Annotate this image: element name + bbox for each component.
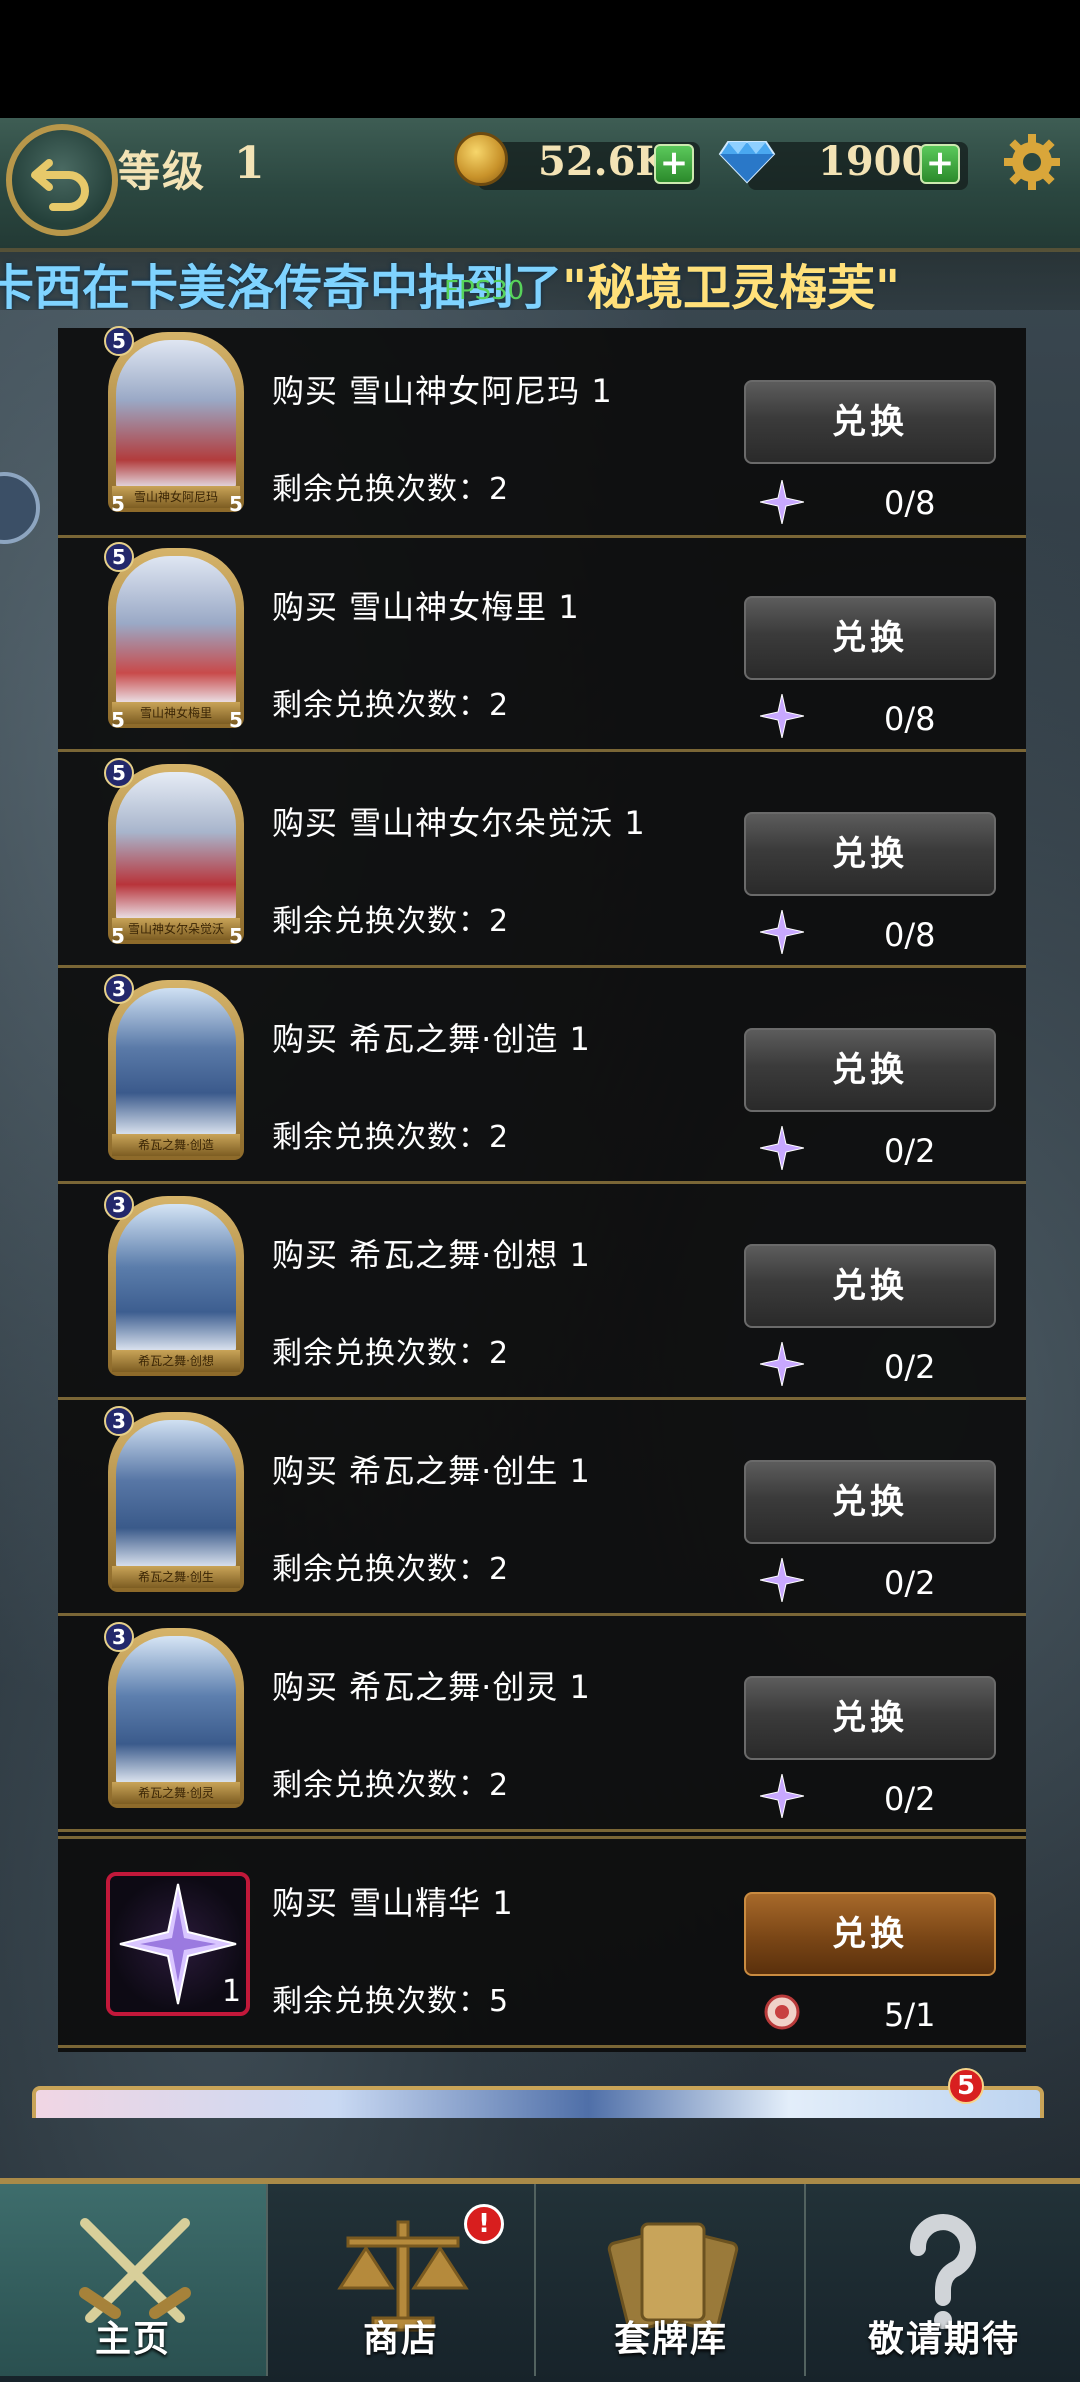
card-portrait: 3 希瓦之舞·创想 (98, 1190, 258, 1390)
card-portrait: 5 雪山神女阿尼玛 5 5 (98, 326, 258, 526)
remaining-count: 剩余兑换次数：2 (272, 904, 510, 939)
item-title: 购买 雪山神女尔朵觉沃 1 (272, 804, 646, 842)
cost-progress: 0/8 (884, 916, 936, 954)
level-value: 1 (234, 138, 265, 189)
exchange-button[interactable]: 兑换 (744, 1676, 996, 1760)
cost-progress: 0/8 (884, 484, 936, 522)
remaining-count: 剩余兑换次数：2 (272, 1120, 510, 1155)
token-icon (764, 1994, 800, 2030)
gold-coin-icon (454, 132, 508, 186)
snow-essence-icon (760, 1342, 804, 1386)
gold-amount: 52.6K (538, 138, 671, 185)
exchange-button[interactable]: 兑换 (744, 812, 996, 896)
item-title: 购买 雪山神女梅里 1 (272, 588, 580, 626)
exchange-button[interactable]: 兑换 (744, 1028, 996, 1112)
settings-gear-icon[interactable] (1002, 132, 1062, 192)
exchange-button[interactable]: 兑换 (744, 1460, 996, 1544)
nav-home[interactable]: 主页 (0, 2184, 268, 2376)
level-label: 等级 (118, 147, 207, 196)
item-title: 购买 雪山精华 1 (272, 1884, 514, 1922)
item-title: 购买 雪山神女阿尼玛 1 (272, 372, 613, 410)
remaining-count: 剩余兑换次数：2 (272, 1336, 510, 1371)
remaining-count: 剩余兑换次数：2 (272, 1552, 510, 1587)
status-bar (0, 0, 1080, 118)
cost-progress: 0/2 (884, 1564, 936, 1602)
remaining-count: 剩余兑换次数：5 (272, 1984, 510, 2019)
nav-label: 敬请期待 (867, 2319, 1020, 2360)
diamond-amount: 1900 (818, 138, 930, 185)
exchange-button[interactable]: 兑换 (744, 1244, 996, 1328)
item-title: 购买 希瓦之舞·创想 1 (272, 1236, 591, 1274)
snow-essence-icon (760, 480, 804, 524)
add-gold-button[interactable]: + (654, 144, 694, 184)
diamond-icon (718, 141, 776, 184)
notification-badge: 5 (948, 2068, 984, 2104)
nav-label: 商店 (362, 2319, 439, 2360)
nav-coming-soon[interactable]: 敬请期待 (808, 2184, 1080, 2376)
item-title: 购买 希瓦之舞·创生 1 (272, 1452, 591, 1490)
back-arrow-icon (31, 159, 89, 211)
cost-progress: 0/2 (884, 1132, 936, 1170)
remaining-count: 剩余兑换次数：2 (272, 1768, 510, 1803)
card-portrait: 3 希瓦之舞·创生 (98, 1406, 258, 1606)
snow-essence-icon (760, 694, 804, 738)
cost-progress: 0/8 (884, 700, 936, 738)
remaining-count: 剩余兑换次数：2 (272, 688, 510, 723)
nav-deck[interactable]: 套牌库 (538, 2184, 806, 2376)
snow-essence-icon (760, 1126, 804, 1170)
snow-essence-icon (760, 1774, 804, 1818)
back-button[interactable] (6, 124, 118, 236)
card-portrait: 3 希瓦之舞·创造 (98, 974, 258, 1174)
fps-counter: FPS30 (444, 276, 525, 306)
exchange-button[interactable]: 兑换 (744, 380, 996, 464)
card-portrait: 5 雪山神女梅里 5 5 (98, 542, 258, 742)
nav-label: 主页 (94, 2319, 171, 2360)
card-portrait: 3 希瓦之舞·创灵 (98, 1622, 258, 1822)
snow-essence-icon (760, 1558, 804, 1602)
snow-essence-icon (760, 910, 804, 954)
item-quantity: 1 (222, 1974, 242, 2009)
cost-progress: 0/2 (884, 1348, 936, 1386)
item-title: 购买 希瓦之舞·创造 1 (272, 1020, 591, 1058)
remaining-count: 剩余兑换次数：2 (272, 472, 510, 507)
item-title: 购买 希瓦之舞·创灵 1 (272, 1668, 591, 1706)
card-portrait: 5 雪山神女尔朵觉沃 5 5 (98, 758, 258, 958)
exchange-button[interactable]: 兑换 (744, 596, 996, 680)
add-diamond-button[interactable]: + (920, 144, 960, 184)
shop-alert-badge: ! (464, 2204, 504, 2244)
cost-progress: 5/1 (884, 1996, 936, 2034)
cost-progress: 0/2 (884, 1780, 936, 1818)
announcement-marquee: 卡西在卡美洛传奇中抽到了"秘境卫灵梅芙" (0, 248, 1080, 310)
next-banner-preview[interactable] (32, 2086, 1044, 2118)
exchange-button[interactable]: 兑换 (744, 1892, 996, 1976)
nav-label: 套牌库 (613, 2319, 728, 2360)
